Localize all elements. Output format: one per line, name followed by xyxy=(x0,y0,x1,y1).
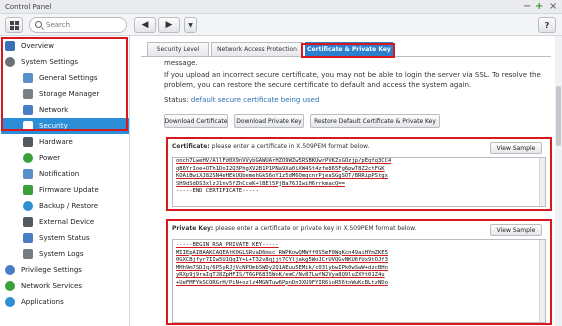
highlight-box-sidebar xyxy=(1,37,128,131)
external-device-icon xyxy=(23,217,33,227)
history-dropdown-button[interactable]: ▼ xyxy=(184,17,197,33)
download-private-key-button[interactable]: Download Private Key xyxy=(234,114,304,128)
main-panel: Security Level Network Access Protection… xyxy=(131,36,562,326)
sidebar-item-system-status[interactable]: System Status xyxy=(23,230,90,246)
chevron-down-icon: ▼ xyxy=(188,21,193,29)
arrow-right-icon: ▶ xyxy=(165,20,173,30)
sidebar-item-label: Power xyxy=(39,154,61,162)
system-status-icon xyxy=(23,233,33,243)
sidebar-item-label: Hardware xyxy=(39,138,73,146)
help-icon: ? xyxy=(544,20,550,30)
help-button[interactable]: ? xyxy=(538,17,556,33)
tab-security-level[interactable]: Security Level xyxy=(147,42,209,56)
sidebar-item-label: Firmware Update xyxy=(39,186,99,194)
highlight-box-tab xyxy=(301,43,395,58)
sidebar-item-firmware-update[interactable]: Firmware Update xyxy=(23,182,99,198)
certificate-view-sample-button[interactable]: View Sample xyxy=(490,142,542,154)
status-value: default secure certificate being used xyxy=(190,96,320,104)
sidebar-item-label: Privilege Settings xyxy=(21,266,82,274)
sidebar-item-privilege-settings[interactable]: Privilege Settings xyxy=(5,262,82,278)
private-key-hint: please enter a certificate or private ke… xyxy=(215,225,417,232)
arrow-left-icon: ◀ xyxy=(141,20,149,30)
private-key-view-sample-button[interactable]: View Sample xyxy=(490,224,542,236)
message-tail: message. xyxy=(164,59,198,67)
notification-icon xyxy=(23,169,33,179)
scrollbar-thumb[interactable] xyxy=(556,86,561,146)
private-key-line: 0GXCBjfyr7IIw5U1QqIY+L+T32v8qjjt7CYljakg… xyxy=(176,257,388,263)
privilege-icon xyxy=(5,265,15,275)
sidebar-item-label: System Status xyxy=(39,234,90,242)
status-line: Status: default secure certificate being… xyxy=(164,95,544,105)
private-key-textarea[interactable]: -----BEGIN RSA PRIVATE KEY----- MIIEpAIB… xyxy=(172,239,546,323)
sidebar-item-backup-restore[interactable]: Backup / Restore xyxy=(23,198,98,214)
sidebar: Overview System Settings General Setting… xyxy=(0,36,130,326)
tab-network-access-protection[interactable]: Network Access Protection xyxy=(211,42,303,56)
restore-default-button[interactable]: Restore Default Certificate & Private Ke… xyxy=(310,114,440,128)
window-title: Control Panel xyxy=(5,3,52,11)
sidebar-item-label: External Device xyxy=(39,218,95,226)
home-grid-button[interactable] xyxy=(5,17,23,33)
certificate-line: onch7LweHV/AllFd0X9nVVybGAWUArHZO9WZw5RS… xyxy=(176,158,392,164)
certificate-hint: please enter a certificate in X.509PEM f… xyxy=(211,143,370,150)
sidebar-item-label: Notification xyxy=(39,170,80,178)
network-services-icon xyxy=(5,281,15,291)
status-label: Status: xyxy=(164,96,189,104)
sidebar-item-label: Backup / Restore xyxy=(39,202,99,210)
back-button[interactable]: ◀ xyxy=(134,17,156,33)
sidebar-item-label: System Logs xyxy=(39,250,84,258)
forward-button[interactable]: ▶ xyxy=(158,17,180,33)
private-key-header: Private Key: please enter a certificate … xyxy=(172,225,416,232)
sidebar-item-system-logs[interactable]: System Logs xyxy=(23,246,83,262)
certificate-textarea[interactable]: onch7LweHV/AllFd0X9nVVybGAWUArHZO9WZw5RS… xyxy=(172,157,546,207)
main-scrollbar[interactable] xyxy=(555,36,562,326)
private-key-line: yRXp9j9raIqTJ8ZpHFIS/T6GP6835WoK/emC/Nv8… xyxy=(176,272,385,278)
minimize-icon[interactable]: − xyxy=(523,1,531,13)
download-certificate-button[interactable]: Download Certificate xyxy=(164,114,228,128)
firmware-icon xyxy=(23,185,33,195)
close-icon[interactable]: × xyxy=(549,1,557,13)
power-icon xyxy=(23,153,33,163)
private-key-line: -----BEGIN RSA PRIVATE KEY----- xyxy=(176,242,279,248)
private-key-line: MHh9m7SDJq/6P5yRJjVcNPOmbSWDy2Q1AEuu5EMi… xyxy=(176,264,388,271)
warning-text: If you upload an incorrect secure certif… xyxy=(164,71,541,89)
certificate-label: Certificate: xyxy=(172,143,210,150)
sidebar-item-external-device[interactable]: External Device xyxy=(23,214,94,230)
sidebar-item-notification[interactable]: Notification xyxy=(23,166,79,182)
certificate-line: qB6YrIoe+OTh1DoI2Q3PhgXV2B1P1PNa9Xa0iXW4… xyxy=(176,165,385,172)
private-key-section: Private Key: please enter a certificate … xyxy=(166,219,552,325)
private-key-line: MIIEpAIBAAKCAQEAtK0GLSRvaD6msc RWPKowQMW… xyxy=(176,249,388,256)
sidebar-item-label: Network Services xyxy=(21,282,82,290)
backup-icon xyxy=(23,201,33,211)
system-logs-icon xyxy=(23,249,33,259)
toolbar: ◀ ▶ ▼ ? xyxy=(0,14,562,36)
search-box[interactable] xyxy=(29,17,127,33)
private-key-scrollbar[interactable] xyxy=(539,240,545,322)
maximize-icon[interactable]: + xyxy=(535,1,543,13)
private-key-line: +UeFMFYkSCORGrH/PiN+ozlz4MGNTuw6PpnDn3XU… xyxy=(176,279,388,286)
certificate-scrollbar[interactable] xyxy=(539,158,545,206)
certificate-header: Certificate: please enter a certificate … xyxy=(172,143,369,150)
sidebar-item-network-services[interactable]: Network Services xyxy=(5,278,82,294)
search-icon xyxy=(35,21,42,28)
sidebar-item-label: Applications xyxy=(21,298,64,306)
search-input[interactable] xyxy=(46,20,122,30)
certificate-line: SH9dSdDS3xlzJ1nv5fZhCceK+lBEl5PjBa76JIwi… xyxy=(176,180,345,187)
hardware-icon xyxy=(23,137,33,147)
sidebar-item-hardware[interactable]: Hardware xyxy=(23,134,73,150)
sidebar-item-power[interactable]: Power xyxy=(23,150,60,166)
certificate-line: -----END CERTIFICATE----- xyxy=(176,188,259,194)
title-bar: Control Panel − + × xyxy=(0,0,562,14)
sidebar-item-applications[interactable]: Applications xyxy=(5,294,64,310)
grid-icon xyxy=(9,20,19,30)
applications-icon xyxy=(5,297,15,307)
private-key-label: Private Key: xyxy=(172,225,214,232)
certificate-line: KOAiBwiXJ82SN4eHEkUQbemehGkS6oY1z5dM6Omq… xyxy=(176,173,388,179)
certificate-section: Certificate: please enter a certificate … xyxy=(166,137,552,211)
